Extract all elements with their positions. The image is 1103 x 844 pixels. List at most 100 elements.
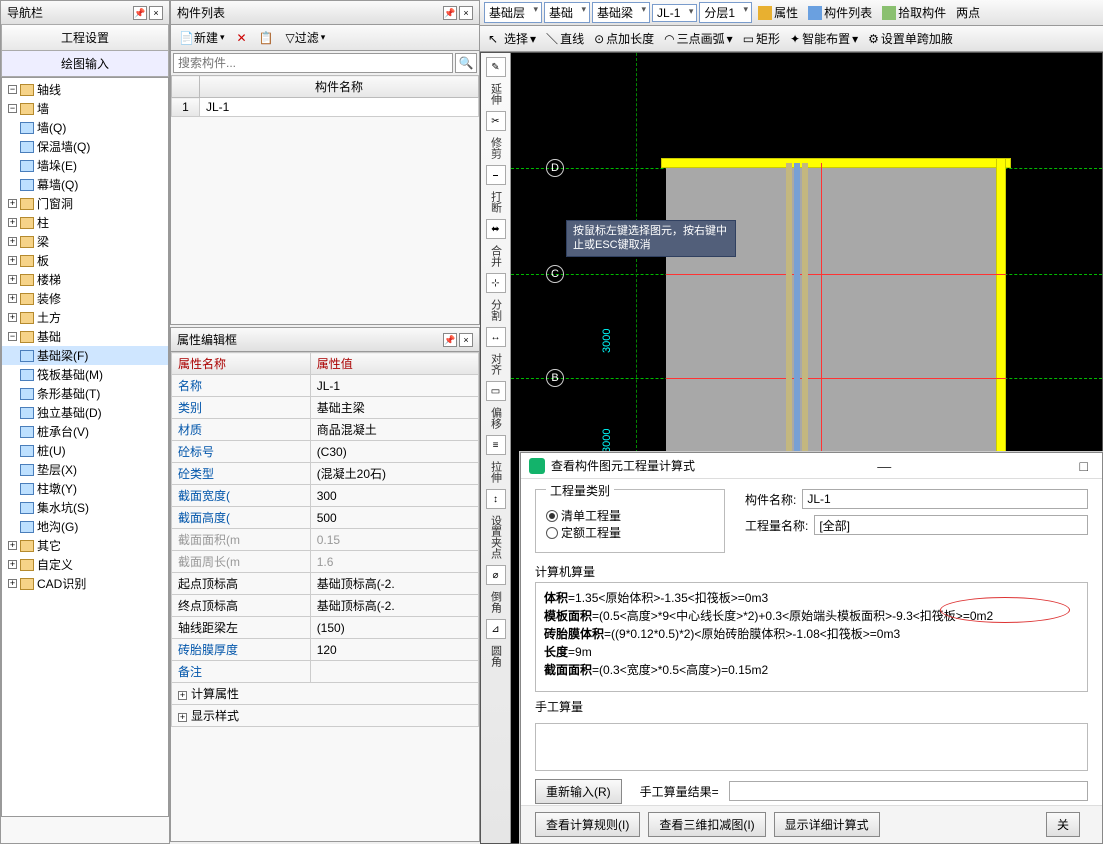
vtool-合并[interactable]: ⬌ [486,219,506,239]
vtool-对齐[interactable]: ↔ [486,327,506,347]
tree-leaf[interactable]: 基础梁(F) [2,346,168,365]
view-3d-button[interactable]: 查看三维扣减图(I) [648,812,765,837]
tree-leaf[interactable]: 保温墙(Q) [2,137,168,156]
prop-row[interactable]: 截面高度(500 [172,507,479,529]
vtool-分割[interactable]: ⊹ [486,273,506,293]
search-icon[interactable]: 🔍 [455,53,477,73]
tree-leaf[interactable]: 墙垛(E) [2,156,168,175]
select-button[interactable]: ↖选择 ▾ [484,28,540,49]
cat-select[interactable]: 基础 [544,2,590,23]
tree-folder[interactable]: +柱 [2,213,168,232]
prop-row[interactable]: 起点顶标高基础顶标高(-2. [172,573,479,595]
rect-button[interactable]: ▭ 矩形 [739,28,784,49]
filter-button[interactable]: ▽ 过滤 [282,27,330,48]
tree-leaf[interactable]: 条形基础(T) [2,384,168,403]
smart-button[interactable]: ✦ 智能布置 ▾ [786,28,862,49]
new-button[interactable]: 📄 新建 [175,27,229,48]
tree-folder[interactable]: +楼梯 [2,270,168,289]
vtool-偏移[interactable]: ▭ [486,381,506,401]
copy-button[interactable]: 📋 [255,29,278,47]
vtool-设置夹点[interactable]: ↕ [486,489,506,509]
tree-leaf[interactable]: 集水坑(S) [2,498,168,517]
close-icon[interactable]: × [459,333,473,347]
maximize-button[interactable]: □ [1074,458,1094,474]
prop-row[interactable]: 轴线距梁左(150) [172,617,479,639]
arc-button[interactable]: ◠ 三点画弧 ▾ [660,28,737,49]
prop-group[interactable]: +计算属性 [172,683,479,705]
type-select[interactable]: 基础梁 [592,2,650,23]
tree-folder[interactable]: +梁 [2,232,168,251]
tree-folder[interactable]: +CAD识别 [2,574,168,593]
comp-select[interactable]: JL-1 [652,4,697,22]
minimize-button[interactable]: — [871,458,897,474]
tree-folder[interactable]: −基础 [2,327,168,346]
pin-icon[interactable]: 📌 [443,333,457,347]
vtool-打断[interactable]: ⎯ [486,165,506,185]
qty-name-input[interactable] [814,515,1088,535]
search-input[interactable] [173,53,453,73]
close-icon[interactable]: × [149,6,163,20]
prop-row[interactable]: 截面面积(m0.15 [172,529,479,551]
radio-quota[interactable]: 定额工程量 [546,524,621,541]
tree-leaf[interactable]: 幕墙(Q) [2,175,168,194]
tree-leaf[interactable]: 桩(U) [2,441,168,460]
tree-folder[interactable]: −墙 [2,99,168,118]
beam-right[interactable] [996,158,1006,458]
prop-group[interactable]: +显示样式 [172,705,479,727]
nav-tab-project[interactable]: 工程设置 [1,24,169,51]
prop-row[interactable]: 类别基础主梁 [172,397,479,419]
prop-row[interactable]: 截面宽度(300 [172,485,479,507]
tree-leaf[interactable]: 筏板基础(M) [2,365,168,384]
tree-folder[interactable]: +门窗洞 [2,194,168,213]
layer-select[interactable]: 分层1 [699,2,752,23]
raft-slab[interactable] [666,163,1006,453]
complist-button[interactable]: 构件列表 [804,2,876,23]
prop-row[interactable]: 砖胎膜厚度120 [172,639,479,661]
tree-leaf[interactable]: 墙(Q) [2,118,168,137]
beam-top[interactable] [661,158,1011,168]
prop-row[interactable]: 砼标号(C30) [172,441,479,463]
view-rules-button[interactable]: 查看计算规则(I) [535,812,640,837]
prop-row[interactable]: 截面周长(m1.6 [172,551,479,573]
reinput-button[interactable]: 重新输入(R) [535,779,622,804]
tree-leaf[interactable]: 桩承台(V) [2,422,168,441]
show-detail-button[interactable]: 显示详细计算式 [774,812,880,837]
close-icon[interactable]: × [459,6,473,20]
tree-folder[interactable]: −轴线 [2,80,168,99]
tree-folder[interactable]: +其它 [2,536,168,555]
prop-button[interactable]: 属性 [754,2,802,23]
haunch-button[interactable]: ⚙ 设置单跨加腋 [864,28,957,49]
pin-icon[interactable]: 📌 [133,6,147,20]
pin-icon[interactable]: 📌 [443,6,457,20]
pointlen-button[interactable]: ⊙ 点加长度 [590,28,658,49]
prop-row[interactable]: 材质商品混凝土 [172,419,479,441]
vtool-延伸[interactable]: ✎ [486,57,506,77]
delete-button[interactable]: ✕ [233,29,251,47]
manual-calc-box[interactable] [535,723,1088,771]
prop-row[interactable]: 砼类型(混凝土20石) [172,463,479,485]
comp-name-input[interactable] [802,489,1088,509]
prop-row[interactable]: 备注 [172,661,479,683]
tree-leaf[interactable]: 独立基础(D) [2,403,168,422]
table-row[interactable]: 1 JL-1 [172,98,479,117]
tree-leaf[interactable]: 柱墩(Y) [2,479,168,498]
vtool-圆角[interactable]: ⊿ [486,619,506,639]
prop-row[interactable]: 终点顶标高基础顶标高(-2. [172,595,479,617]
nav-tree[interactable]: −轴线−墙墙(Q)保温墙(Q)墙垛(E)幕墙(Q)+门窗洞+柱+梁+板+楼梯+装… [1,77,169,817]
line-button[interactable]: ＼ 直线 [542,28,588,49]
tree-folder[interactable]: +板 [2,251,168,270]
hand-result-input[interactable] [729,781,1088,801]
vtool-拉伸[interactable]: ≡ [486,435,506,455]
vtool-倒角[interactable]: ⌀ [486,565,506,585]
nav-tab-draw[interactable]: 绘图输入 [1,50,169,77]
tree-folder[interactable]: +自定义 [2,555,168,574]
close-button[interactable]: 关 [1046,812,1080,837]
radio-list[interactable]: 清单工程量 [546,507,621,524]
tree-leaf[interactable]: 垫层(X) [2,460,168,479]
tree-leaf[interactable]: 地沟(G) [2,517,168,536]
twopoint-button[interactable]: 两点 [952,2,984,23]
floor-select[interactable]: 基础层 [484,2,542,23]
prop-row[interactable]: 名称JL-1 [172,375,479,397]
tree-folder[interactable]: +土方 [2,308,168,327]
pick-button[interactable]: 拾取构件 [878,2,950,23]
